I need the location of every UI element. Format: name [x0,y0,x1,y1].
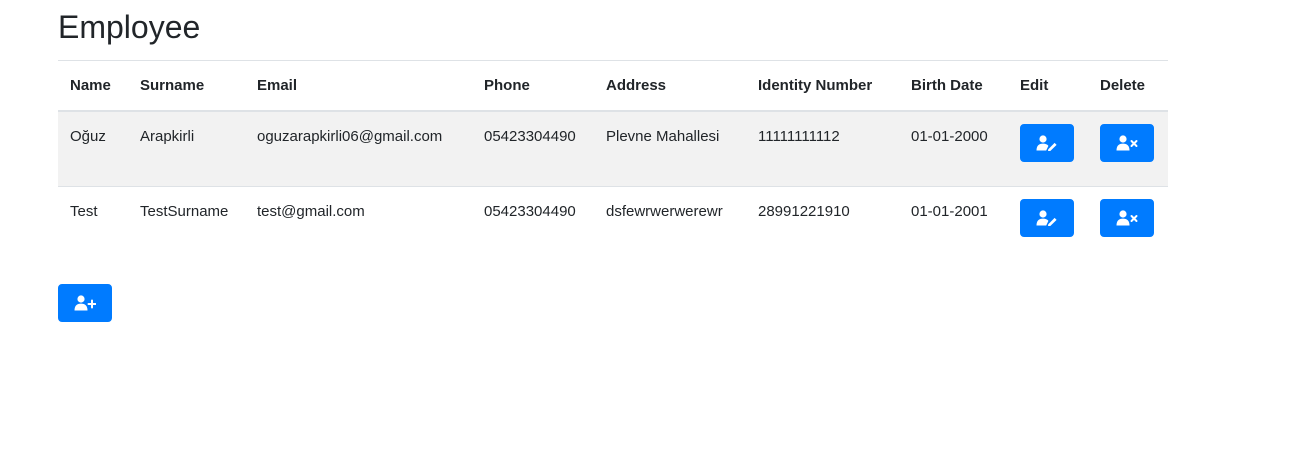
cell-identity-number: 28991221910 [746,186,899,261]
cell-birth-date: 01-01-2001 [899,186,1008,261]
column-header-edit: Edit [1008,60,1088,112]
column-header-surname: Surname [128,60,245,112]
add-employee-button[interactable] [58,284,112,322]
cell-email-text: oguzarapkirli06@gmail.com [257,128,443,145]
user-times-icon [1116,210,1138,226]
cell-address-text: Plevne Mahallesi [606,128,720,145]
cell-name-text: Test [70,203,98,220]
cell-email: test@gmail.com [245,186,472,261]
delete-employee-button[interactable] [1100,199,1154,237]
cell-identity-number: 11111111112 [746,110,899,187]
column-header-identity-number: Identity Number [746,60,899,112]
table-body: Oğuz Arapkirli oguzarapkirli06@gmail.com… [58,110,1168,261]
page-title: Employee [58,9,201,45]
cell-edit [1008,186,1088,261]
cell-identity-number-text: 28991221910 [758,203,850,220]
cell-name: Oğuz [58,110,128,187]
cell-name-text: Oğuz [70,128,106,145]
table-row: Test TestSurname test@gmail.com 05423304… [58,186,1168,261]
cell-email: oguzarapkirli06@gmail.com [245,110,472,187]
column-header-birth-date: Birth Date [899,60,1008,112]
employee-table-container: Name Surname Email Phone Address Identit… [58,60,1168,261]
edit-employee-button[interactable] [1020,199,1074,237]
cell-phone-text: 05423304490 [484,203,576,220]
cell-delete [1088,110,1168,187]
user-times-icon [1116,135,1138,151]
user-edit-icon [1036,135,1057,151]
employee-table: Name Surname Email Phone Address Identit… [58,60,1168,261]
table-row: Oğuz Arapkirli oguzarapkirli06@gmail.com… [58,110,1168,187]
cell-phone-text: 05423304490 [484,128,576,145]
cell-surname: TestSurname [128,186,245,261]
column-header-address: Address [594,60,746,112]
column-header-phone: Phone [472,60,594,112]
edit-employee-button[interactable] [1020,124,1074,162]
cell-identity-number-text: 11111111112 [758,128,840,145]
cell-surname: Arapkirli [128,110,245,187]
column-header-name: Name [58,60,128,112]
delete-employee-button[interactable] [1100,124,1154,162]
table-header: Name Surname Email Phone Address Identit… [58,60,1168,112]
cell-address: dsfewrwerwerewr [594,186,746,261]
cell-address-text: dsfewrwerwerewr [606,203,723,220]
cell-email-text: test@gmail.com [257,203,365,220]
column-header-delete: Delete [1088,60,1168,112]
cell-delete [1088,186,1168,261]
cell-address: Plevne Mahallesi [594,110,746,187]
cell-phone: 05423304490 [472,186,594,261]
cell-name: Test [58,186,128,261]
cell-surname-text: TestSurname [140,203,229,220]
column-header-email: Email [245,60,472,112]
table-header-row: Name Surname Email Phone Address Identit… [58,60,1168,112]
cell-phone: 05423304490 [472,110,594,187]
user-plus-icon [74,295,96,311]
cell-birth-date: 01-01-2000 [899,110,1008,187]
user-edit-icon [1036,210,1057,226]
cell-surname-text: Arapkirli [140,128,195,145]
cell-edit [1008,110,1088,187]
cell-birth-date-text: 01-01-2001 [911,203,988,220]
cell-birth-date-text: 01-01-2000 [911,128,988,145]
